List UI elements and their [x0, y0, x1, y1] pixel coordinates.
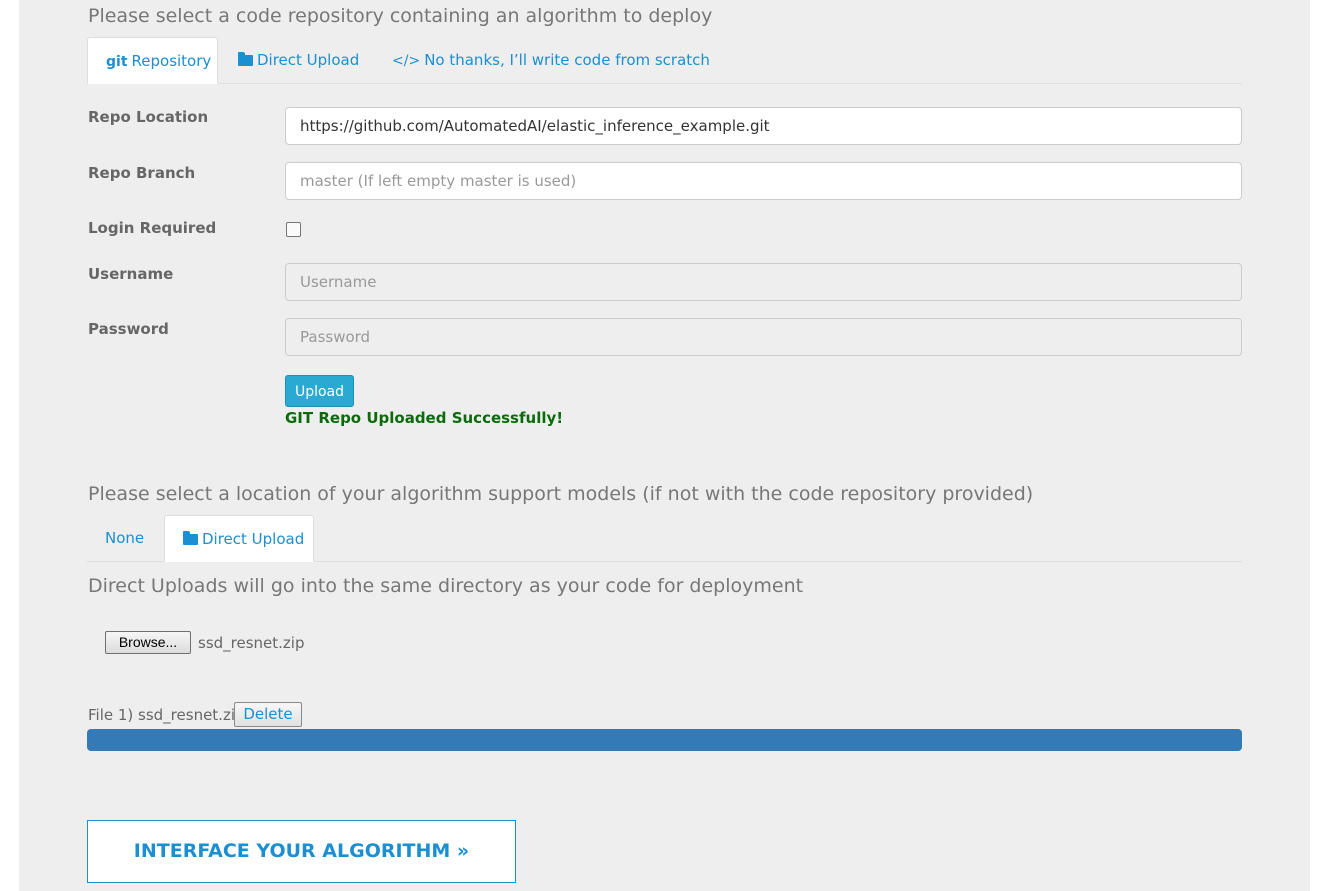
upload-success-message: GIT Repo Uploaded Successfully! [285, 409, 564, 427]
uploaded-file-label: File 1) ssd_resnet.zip [88, 706, 245, 724]
repo-location-label: Repo Location [88, 108, 209, 126]
folder-icon [183, 531, 198, 545]
upload-button[interactable]: Upload [285, 375, 354, 407]
tab-label: No thanks, I’ll write code from scratch [424, 51, 710, 69]
code-icon: </> [392, 53, 421, 69]
repo-source-tabs: git Repository Direct Upload </> No thanks… [87, 37, 1242, 84]
models-source-tabs: None Direct Upload [87, 515, 1242, 562]
tab-none[interactable]: None [87, 515, 162, 561]
login-required-checkbox[interactable] [286, 222, 301, 237]
password-input[interactable] [285, 318, 1242, 356]
tab-direct-upload[interactable]: Direct Upload [220, 37, 377, 83]
tab-label: Direct Upload [257, 51, 360, 69]
folder-icon [238, 52, 253, 66]
upload-progress-fill [87, 729, 1242, 751]
interface-algorithm-button[interactable]: INTERFACE YOUR ALGORITHM » [87, 820, 516, 883]
tab-label: None [105, 529, 145, 547]
tab-models-direct-upload[interactable]: Direct Upload [164, 515, 314, 562]
upload-progress-bar [87, 729, 1242, 751]
direct-upload-note: Direct Uploads will go into the same dir… [88, 575, 804, 597]
repo-branch-label: Repo Branch [88, 164, 196, 182]
git-icon: git [106, 54, 128, 70]
tab-label: Direct Upload [202, 530, 305, 548]
repo-section-heading: Please select a code repository containi… [88, 5, 713, 27]
repo-location-input[interactable] [285, 107, 1242, 145]
selected-file-name: ssd_resnet.zip [198, 634, 305, 652]
browse-button[interactable]: Browse... [105, 631, 191, 654]
tab-label: Repository [131, 52, 212, 70]
tab-write-from-scratch[interactable]: </> No thanks, I’ll write code from scrat… [374, 37, 728, 83]
username-label: Username [88, 265, 174, 283]
tab-git-repository[interactable]: git Repository [87, 37, 218, 84]
password-label: Password [88, 320, 169, 338]
login-required-label: Login Required [88, 219, 217, 237]
username-input[interactable] [285, 263, 1242, 301]
delete-file-button[interactable]: Delete [234, 702, 302, 727]
models-section-heading: Please select a location of your algorit… [88, 483, 1034, 505]
repo-branch-input[interactable] [285, 162, 1242, 200]
